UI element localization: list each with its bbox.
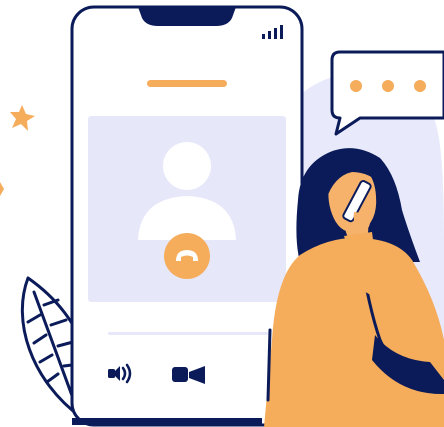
sparkle-icon [10,105,35,131]
divider [108,332,268,335]
caller-name-bar [147,80,227,87]
end-call-button[interactable] [164,233,210,279]
typing-dot [350,80,362,92]
sparkle-icon [0,182,4,196]
phone-notch [138,7,236,26]
typing-dot [414,80,426,92]
phone-bottom-edge [72,418,262,425]
avatar [163,142,211,190]
phone-call-illustration [0,0,444,427]
phone [70,5,304,427]
typing-dot [382,80,394,92]
